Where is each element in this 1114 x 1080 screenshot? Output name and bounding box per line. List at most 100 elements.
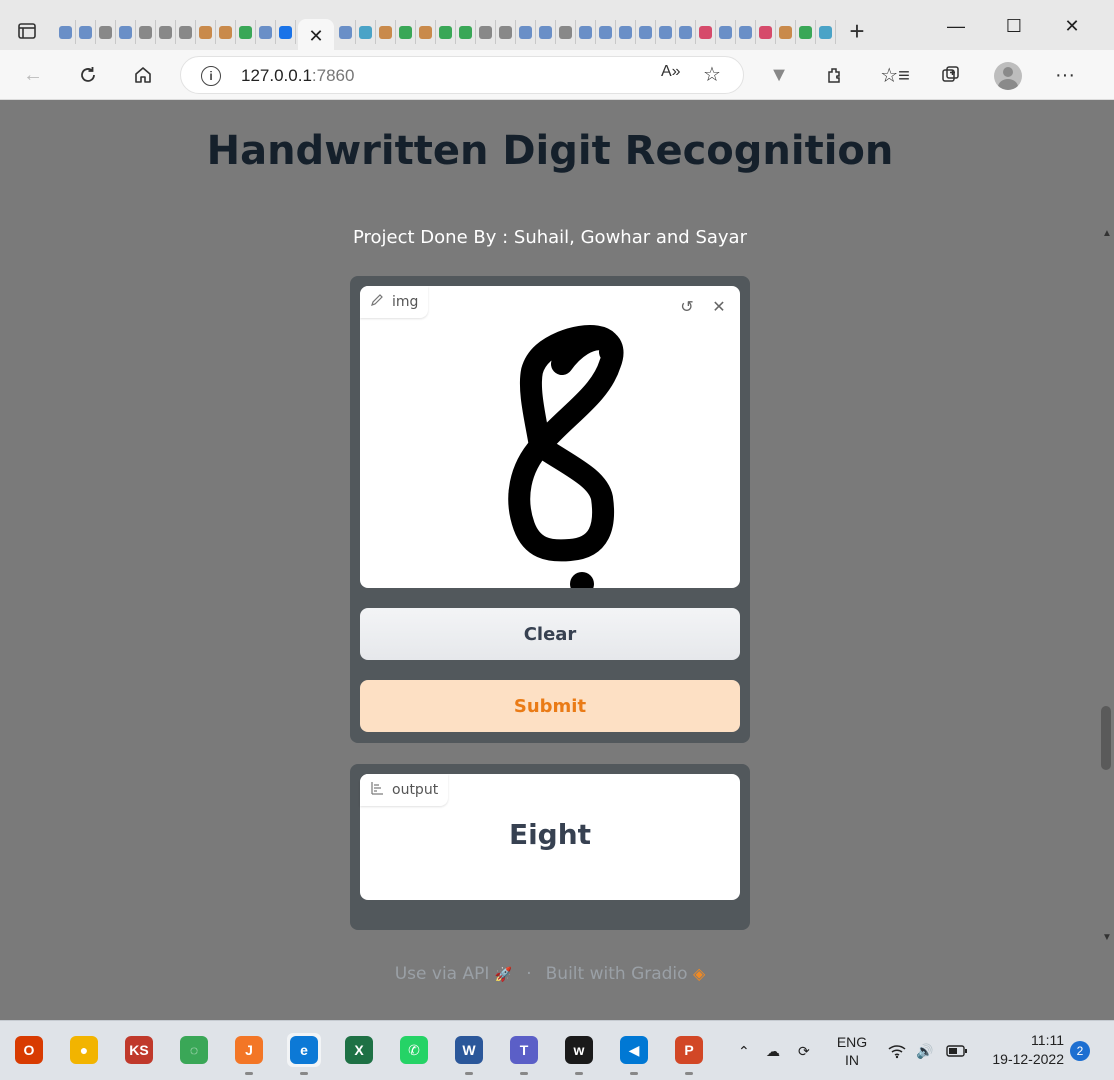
- tab-actions-icon[interactable]: [16, 20, 38, 42]
- address-bar[interactable]: i 127.0.0.1:7860 A» ☆: [180, 56, 744, 94]
- clear-button[interactable]: Clear: [360, 608, 740, 660]
- scroll-down-icon[interactable]: ▼: [1100, 930, 1114, 944]
- taskbar-excel-icon[interactable]: X: [342, 1033, 376, 1067]
- reload-icon[interactable]: [73, 60, 103, 90]
- tab-favicon-icon: [719, 25, 732, 39]
- favorites-icon[interactable]: ☆≡: [880, 60, 910, 90]
- new-tab-button[interactable]: +: [842, 16, 872, 46]
- browser-tab[interactable]: [376, 20, 396, 44]
- browser-tab[interactable]: [636, 20, 656, 44]
- tab-favicon-icon: [279, 25, 292, 39]
- browser-tab[interactable]: [716, 20, 736, 44]
- browser-tab[interactable]: [236, 20, 256, 44]
- system-clock[interactable]: 11:11 19-12-2022: [984, 1031, 1064, 1069]
- browser-tab[interactable]: [656, 20, 676, 44]
- browser-tab[interactable]: [56, 20, 76, 44]
- browser-tab[interactable]: [116, 20, 136, 44]
- browser-tab[interactable]: [156, 20, 176, 44]
- browser-tab[interactable]: [536, 20, 556, 44]
- tab-favicon-icon: [219, 25, 232, 39]
- scroll-up-icon[interactable]: ▲: [1100, 226, 1114, 240]
- browser-tab[interactable]: [416, 20, 436, 44]
- scroll-thumb[interactable]: [1101, 706, 1111, 770]
- browser-tab[interactable]: [616, 20, 636, 44]
- onedrive-icon[interactable]: ☁: [766, 1021, 780, 1080]
- show-hidden-icons[interactable]: ⌃: [738, 1021, 750, 1080]
- browser-tab[interactable]: [436, 20, 456, 44]
- browser-tab[interactable]: [276, 20, 296, 44]
- home-icon[interactable]: [128, 60, 158, 90]
- browser-tab[interactable]: [556, 20, 576, 44]
- api-link[interactable]: Use via API 🚀: [395, 964, 513, 984]
- tab-favicon-icon: [639, 25, 652, 39]
- close-window-button[interactable]: ✕: [1052, 12, 1092, 40]
- vscode-logo-icon: ◀: [620, 1036, 648, 1064]
- taskbar-refresh-icon[interactable]: ◌: [177, 1033, 211, 1067]
- browser-tab[interactable]: [776, 20, 796, 44]
- active-tab-close-button[interactable]: ✕: [298, 19, 334, 53]
- browser-tab[interactable]: [76, 20, 96, 44]
- browser-tab[interactable]: [496, 20, 516, 44]
- browser-tab[interactable]: [196, 20, 216, 44]
- browser-tab[interactable]: [456, 20, 476, 44]
- browser-tab[interactable]: [136, 20, 156, 44]
- clear-canvas-icon[interactable]: ✕: [708, 296, 730, 318]
- browser-tab[interactable]: [576, 20, 596, 44]
- browser-tab[interactable]: [676, 20, 696, 44]
- chart-icon: [370, 781, 384, 799]
- add-favorite-icon[interactable]: ☆: [703, 62, 721, 87]
- browser-tab[interactable]: [96, 20, 116, 44]
- taskbar-powerpoint-icon[interactable]: P: [672, 1033, 706, 1075]
- browser-tab[interactable]: [696, 20, 716, 44]
- browser-tab[interactable]: [336, 20, 356, 44]
- wifi-icon[interactable]: [888, 1021, 906, 1080]
- maximize-button[interactable]: ☐: [994, 12, 1034, 40]
- read-aloud-icon[interactable]: A»: [661, 63, 681, 81]
- browser-tab[interactable]: [256, 20, 276, 44]
- taskbar-teams-icon[interactable]: T: [507, 1033, 541, 1075]
- browser-tab[interactable]: [216, 20, 236, 44]
- browser-tab[interactable]: [756, 20, 776, 44]
- minimize-button[interactable]: —: [936, 12, 976, 40]
- tab-favicon-icon: [679, 25, 692, 39]
- excel-logo-icon: X: [345, 1036, 373, 1064]
- browser-tab[interactable]: [176, 20, 196, 44]
- taskbar-vscode-icon[interactable]: ◀: [617, 1033, 651, 1075]
- extensions-icon[interactable]: [820, 60, 850, 90]
- browser-tab[interactable]: [396, 20, 416, 44]
- sync-icon[interactable]: ⟳: [798, 1021, 810, 1080]
- battery-icon[interactable]: [946, 1021, 968, 1080]
- browser-tab[interactable]: [596, 20, 616, 44]
- browser-tab[interactable]: [516, 20, 536, 44]
- site-info-icon[interactable]: i: [201, 66, 221, 86]
- browser-tab[interactable]: [796, 20, 816, 44]
- taskbar-whatsapp-icon[interactable]: ✆: [397, 1033, 431, 1067]
- taskbar-jupyter-icon[interactable]: J: [232, 1033, 266, 1075]
- taskbar-edge-icon[interactable]: e: [287, 1033, 321, 1075]
- submit-button[interactable]: Submit: [360, 680, 740, 732]
- undo-icon[interactable]: ↺: [676, 296, 698, 318]
- notification-badge[interactable]: 2: [1070, 1041, 1090, 1061]
- tab-favicon-icon: [479, 25, 492, 39]
- profile-avatar[interactable]: [994, 62, 1022, 90]
- ks-logo-icon: KS: [125, 1036, 153, 1064]
- more-options-icon[interactable]: ···: [1050, 60, 1080, 90]
- collections-icon[interactable]: [936, 60, 966, 90]
- sketchpad[interactable]: img ↺ ✕: [360, 286, 740, 588]
- footer-separator: ·: [526, 964, 532, 984]
- browser-tab[interactable]: [816, 20, 836, 44]
- gradio-link[interactable]: Built with Gradio ◈: [546, 964, 706, 984]
- browser-tab[interactable]: [476, 20, 496, 44]
- browser-tab[interactable]: [356, 20, 376, 44]
- volume-icon[interactable]: 🔊: [916, 1021, 933, 1080]
- taskbar-ks-icon[interactable]: KS: [122, 1033, 156, 1067]
- taskbar-office-icon[interactable]: O: [12, 1033, 46, 1067]
- language-indicator[interactable]: ENG IN: [832, 1033, 872, 1069]
- taskbar-chrome-icon[interactable]: ●: [67, 1033, 101, 1067]
- browser-tab[interactable]: [736, 20, 756, 44]
- tab-favicon-icon: [499, 25, 512, 39]
- taskbar-webex-icon[interactable]: w: [562, 1033, 596, 1075]
- vue-extension-icon[interactable]: ▼: [764, 60, 794, 90]
- back-icon[interactable]: ←: [18, 60, 48, 90]
- taskbar-word-icon[interactable]: W: [452, 1033, 486, 1075]
